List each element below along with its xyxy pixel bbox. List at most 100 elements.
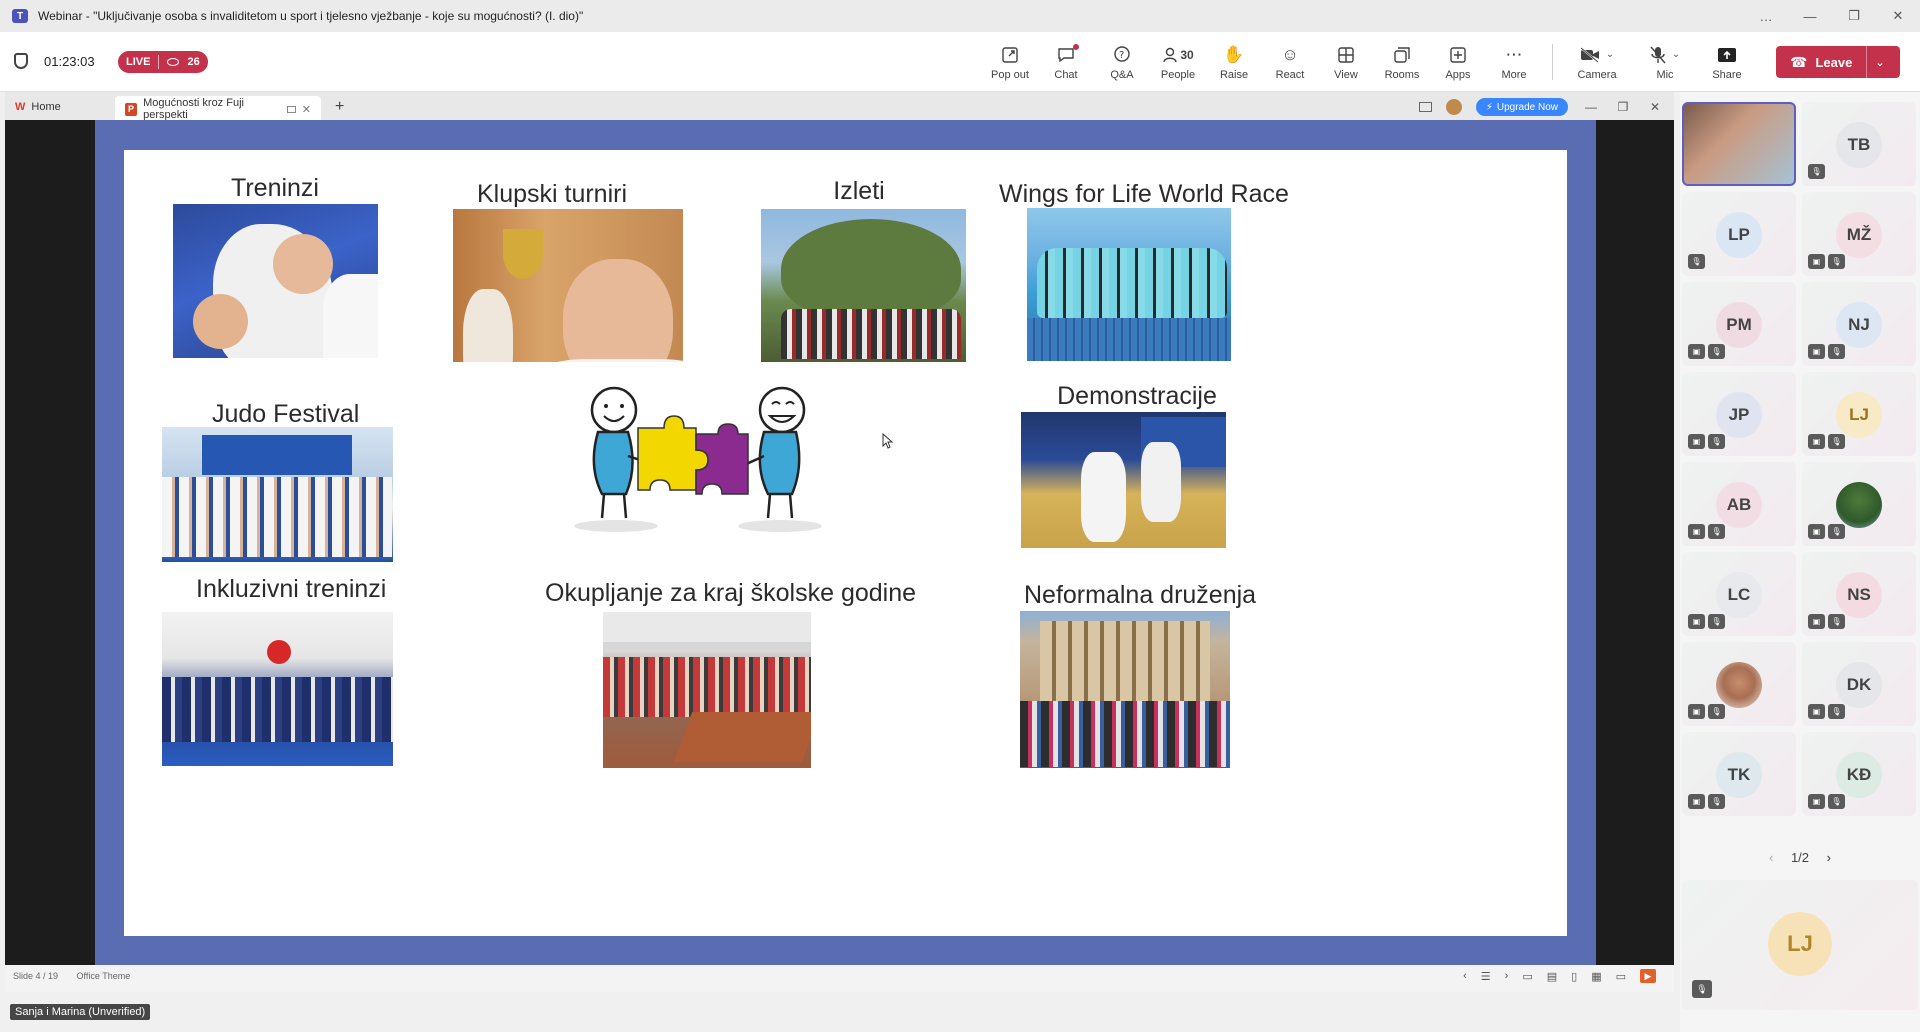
live-badge[interactable]: LIVE 26	[118, 51, 208, 73]
people-label: People	[1160, 68, 1196, 81]
unread-dot	[1073, 43, 1079, 50]
new-tab-icon[interactable]: +	[335, 98, 344, 116]
people-button[interactable]: 30 People	[1150, 32, 1206, 92]
qa-icon: ?	[1111, 44, 1133, 66]
chat-button[interactable]: Chat	[1038, 32, 1094, 92]
react-button[interactable]: ☺ React	[1262, 32, 1318, 92]
tab-presentation[interactable]: P Mogućnosti kroz Fuji perspekti ✕	[115, 96, 321, 122]
chevron-down-icon[interactable]: ⌄	[1672, 49, 1680, 60]
tab-home[interactable]: W Home	[5, 95, 115, 119]
participant-tile[interactable]: LP 🎙	[1682, 192, 1796, 276]
chevron-down-icon[interactable]: ⌄	[1875, 56, 1884, 69]
photo-okupljanje	[603, 612, 811, 768]
mic-off-icon: 🎙	[1688, 254, 1705, 269]
participant-tile[interactable]: DK ▣ 🎙	[1802, 642, 1916, 726]
chevron-right-icon[interactable]: ›	[1505, 970, 1509, 982]
caption-inkluzivni-treninzi: Inkluzivni treninzi	[196, 575, 387, 603]
pop-out-icon	[999, 44, 1021, 66]
camera-mic-off-icons: ▣ 🎙	[1808, 434, 1845, 449]
camera-mic-off-icons: ▣ 🎙	[1808, 794, 1845, 809]
more-button[interactable]: ⋯ More	[1486, 32, 1542, 92]
participant-tile[interactable]: NS ▣ 🎙	[1802, 552, 1916, 636]
grid-view-icon[interactable]: ▦	[1591, 970, 1601, 983]
gallery-pager: ‹ 1/2 ›	[1680, 850, 1920, 865]
participant-tile[interactable]: AB ▣ 🎙	[1682, 462, 1796, 546]
play-slideshow-icon[interactable]: ▶	[1640, 969, 1656, 983]
view-label: View	[1334, 68, 1358, 81]
close-button[interactable]: ✕	[1876, 0, 1920, 32]
notes-icon[interactable]: ▭	[1522, 970, 1532, 983]
normal-view-icon[interactable]: ▯	[1571, 970, 1577, 983]
participant-tile[interactable]: TB 🎙	[1802, 102, 1916, 186]
rooms-button[interactable]: Rooms	[1374, 32, 1430, 92]
more-icon: ⋯	[1505, 44, 1523, 64]
photo-wings-for-life	[1027, 208, 1231, 361]
participant-tile[interactable]: JP ▣ 🎙	[1682, 372, 1796, 456]
app-top-right: ⚡ Upgrade Now — ❐ ✕	[1418, 92, 1664, 122]
camera-mic-off-icons: ▣ 🎙	[1688, 524, 1725, 539]
minimize-icon[interactable]: —	[1582, 100, 1600, 114]
chevron-down-icon[interactable]: ⌄	[1606, 49, 1614, 60]
chevron-left-icon[interactable]: ‹	[1769, 850, 1773, 865]
page-indicator: 1/2	[1790, 850, 1810, 865]
chevron-left-icon[interactable]: ‹	[1463, 970, 1467, 982]
pop-out-button[interactable]: Pop out	[982, 32, 1038, 92]
mic-off-icon: ⌄	[1643, 44, 1687, 66]
caption-klupski-turniri: Klupski turniri	[476, 180, 628, 208]
avatar: NS	[1836, 572, 1882, 618]
window-controls: … — ❐ ✕	[1744, 0, 1920, 32]
reading-view-icon[interactable]: ▭	[1616, 970, 1626, 983]
comment-icon[interactable]: ▤	[1547, 970, 1557, 983]
live-label: LIVE	[126, 56, 151, 68]
minimize-button[interactable]: —	[1788, 0, 1832, 32]
camera-button[interactable]: ⌄ Camera	[1563, 32, 1631, 92]
participant-tile-video[interactable]	[1682, 102, 1796, 186]
participant-tile[interactable]: TK ▣ 🎙	[1682, 732, 1796, 816]
more-options-icon[interactable]: …	[1744, 0, 1788, 32]
avatar: MŽ	[1836, 212, 1882, 258]
shield-icon[interactable]	[14, 53, 28, 69]
chat-label: Chat	[1054, 68, 1078, 81]
spotlight-participant-tile[interactable]: LJ 🎙	[1682, 880, 1918, 1010]
toolbar-divider	[1552, 44, 1553, 80]
raise-label: Raise	[1219, 68, 1249, 81]
slide: Treninzi Klupski turniri Izleti Wings fo…	[124, 150, 1567, 936]
view-button[interactable]: View	[1318, 32, 1374, 92]
list-icon[interactable]: ☰	[1481, 970, 1491, 983]
participant-tile[interactable]: NJ ▣ 🎙	[1802, 282, 1916, 366]
raise-hand-button[interactable]: ✋ Raise	[1206, 32, 1262, 92]
participant-tile[interactable]: PM ▣ 🎙	[1682, 282, 1796, 366]
avatar[interactable]	[1445, 99, 1462, 115]
participant-tile[interactable]: KĐ ▣ 🎙	[1802, 732, 1916, 816]
participant-tile[interactable]: LJ ▣ 🎙	[1802, 372, 1916, 456]
mic-button[interactable]: ⌄ Mic	[1631, 32, 1699, 92]
restore-icon[interactable]: ❐	[1614, 100, 1632, 114]
upgrade-button[interactable]: ⚡ Upgrade Now	[1475, 98, 1568, 116]
participant-tile[interactable]: LC ▣ 🎙	[1682, 552, 1796, 636]
apps-label: Apps	[1445, 68, 1471, 81]
qa-button[interactable]: ? Q&A	[1094, 32, 1150, 92]
participant-tile[interactable]: MŽ ▣ 🎙	[1802, 192, 1916, 276]
rooms-label: Rooms	[1384, 68, 1420, 81]
close-tab-icon[interactable]: ✕	[302, 103, 311, 116]
avatar: KĐ	[1836, 752, 1882, 798]
share-button[interactable]: Share	[1699, 32, 1755, 92]
camera-mic-off-icons: ▣ 🎙	[1808, 254, 1845, 269]
participant-tile[interactable]: ▣ 🎙	[1682, 642, 1796, 726]
apps-button[interactable]: Apps	[1430, 32, 1486, 92]
photo-klupski-turniri	[453, 209, 683, 362]
close-icon[interactable]: ✕	[1646, 100, 1664, 114]
mouse-cursor-icon	[882, 433, 894, 449]
restore-button[interactable]: ❐	[1832, 0, 1876, 32]
avatar: LJ	[1768, 912, 1832, 976]
leave-button[interactable]: ☎ Leave ⌄	[1776, 46, 1900, 78]
presentation-window: Treninzi Klupski turniri Izleti Wings fo…	[5, 120, 1674, 992]
view-icon	[1335, 44, 1357, 66]
share-label: Share	[1712, 68, 1742, 81]
photo-neformalna-druzenja	[1020, 611, 1230, 768]
avatar: JP	[1716, 392, 1762, 438]
layout-icon[interactable]	[1418, 102, 1432, 112]
chevron-right-icon[interactable]: ›	[1827, 850, 1831, 865]
participant-tile[interactable]: ▣ 🎙	[1802, 462, 1916, 546]
divider	[1866, 46, 1868, 78]
